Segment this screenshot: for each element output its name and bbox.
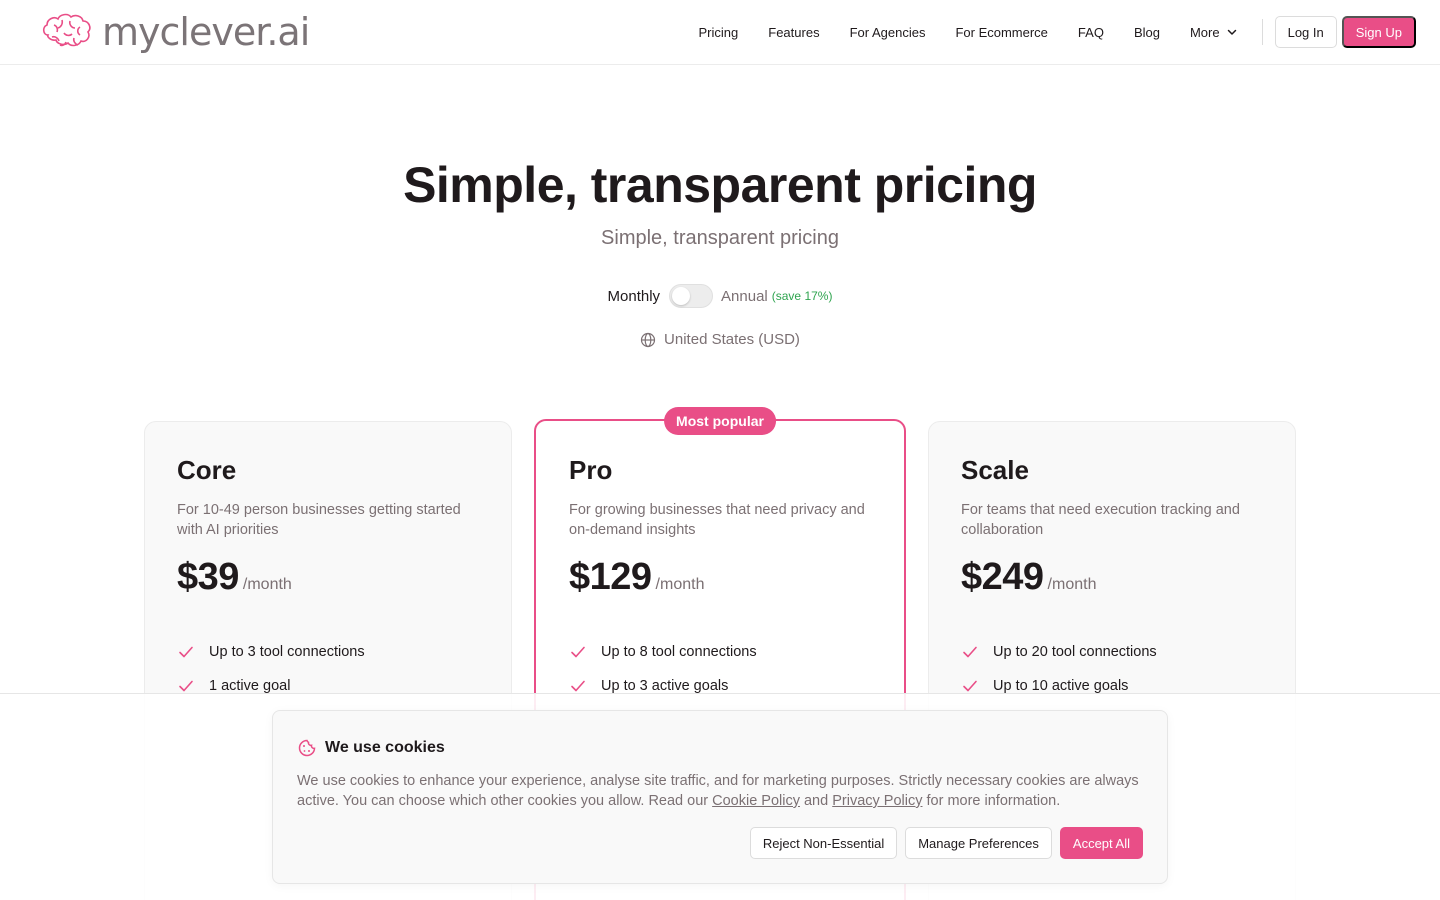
- signup-button[interactable]: Sign Up: [1341, 16, 1416, 48]
- feature-text: Up to 10 active goals: [993, 678, 1129, 694]
- toggle-knob: [672, 287, 691, 305]
- brain-logo-icon: [42, 13, 91, 47]
- plan-price: $249: [961, 556, 1044, 598]
- logo[interactable]: myclever.ai: [40, 10, 310, 54]
- billing-annual-label[interactable]: Annual: [721, 288, 768, 305]
- manage-preferences-button[interactable]: Manage Preferences: [905, 827, 1052, 859]
- plan-price: $39: [177, 556, 239, 598]
- feature-item: Up to 8 tool connections: [569, 635, 872, 669]
- chevron-down-icon: [1227, 29, 1236, 35]
- login-button[interactable]: Log In: [1274, 16, 1337, 48]
- plan-period: /month: [655, 576, 705, 593]
- region-selector[interactable]: United States (USD): [0, 331, 1440, 348]
- billing-toggle-row: Monthly Annual (save 17%): [0, 284, 1440, 308]
- check-icon: [179, 646, 193, 658]
- plan-description: For 10-49 person businesses getting star…: [177, 502, 461, 538]
- plan-name: Core: [177, 455, 237, 485]
- page-subtitle: Simple, transparent pricing: [601, 227, 839, 249]
- feature-text: Up to 3 tool connections: [209, 644, 365, 660]
- region-label: United States (USD): [664, 331, 800, 348]
- plan-price: $129: [569, 556, 652, 598]
- billing-monthly-label[interactable]: Monthly: [608, 288, 661, 305]
- site-header: myclever.ai Pricing Features For Agencie…: [0, 0, 1440, 65]
- cookie-policy-link[interactable]: Cookie Policy: [712, 793, 800, 809]
- feature-text: Up to 20 tool connections: [993, 644, 1157, 660]
- globe-icon: [640, 332, 656, 347]
- plan-period: /month: [242, 576, 292, 593]
- billing-period-toggle[interactable]: [669, 284, 714, 308]
- nav-pricing[interactable]: Pricing: [699, 25, 739, 40]
- plan-description: For teams that need execution tracking a…: [961, 502, 1240, 538]
- plan-name: Pro: [569, 455, 613, 485]
- plan-period: /month: [1047, 576, 1097, 593]
- cookie-icon: [298, 739, 316, 757]
- plan-description: For growing businesses that need privacy…: [569, 502, 865, 538]
- cookie-header: We use cookies: [297, 738, 445, 758]
- feature-item: Up to 3 tool connections: [177, 635, 479, 669]
- privacy-policy-link[interactable]: Privacy Policy: [832, 793, 922, 809]
- nav-faq[interactable]: FAQ: [1078, 25, 1104, 40]
- cookie-message: We use cookies to enhance your experienc…: [297, 771, 1147, 811]
- plan-name: Scale: [961, 455, 1029, 485]
- cookie-title: We use cookies: [325, 739, 445, 756]
- plan-price-row: $129 /month: [569, 556, 872, 599]
- check-icon: [963, 646, 977, 658]
- pricing-page: myclever.ai Pricing Features For Agencie…: [0, 0, 1440, 900]
- most-popular-badge: Most popular: [664, 407, 776, 435]
- nav-for-ecommerce[interactable]: For Ecommerce: [955, 25, 1047, 40]
- annual-savings-note: (save 17%): [771, 289, 833, 303]
- logo-wordmark: myclever.ai: [102, 10, 310, 54]
- cookie-text-after: for more information.: [922, 793, 1061, 809]
- feature-item: Up to 20 tool connections: [961, 635, 1263, 669]
- cookie-text-and: and: [799, 793, 833, 809]
- nav-for-agencies[interactable]: For Agencies: [850, 25, 926, 40]
- main-nav: Pricing Features For Agencies For Ecomme…: [699, 16, 1416, 48]
- plan-price-row: $39 /month: [177, 556, 479, 599]
- nav-blog[interactable]: Blog: [1134, 25, 1160, 40]
- accept-all-button[interactable]: Accept All: [1059, 827, 1143, 859]
- feature-text: Up to 8 tool connections: [601, 644, 757, 660]
- reject-non-essential-button[interactable]: Reject Non-Essential: [749, 827, 898, 859]
- feature-text: 1 active goal: [209, 678, 291, 694]
- page-title: Simple, transparent pricing: [403, 157, 1037, 213]
- nav-more-label: More: [1189, 24, 1220, 40]
- cookie-banner: We use cookies We use cookies to enhance…: [272, 710, 1168, 884]
- plan-price-row: $249 /month: [961, 556, 1263, 599]
- nav-divider: [1261, 19, 1263, 45]
- nav-more-dropdown[interactable]: More: [1190, 25, 1238, 40]
- nav-features[interactable]: Features: [768, 25, 819, 40]
- cookie-actions: Reject Non-Essential Manage Preferences …: [742, 827, 1143, 859]
- feature-text: Up to 3 active goals: [601, 678, 729, 694]
- check-icon: [571, 646, 585, 658]
